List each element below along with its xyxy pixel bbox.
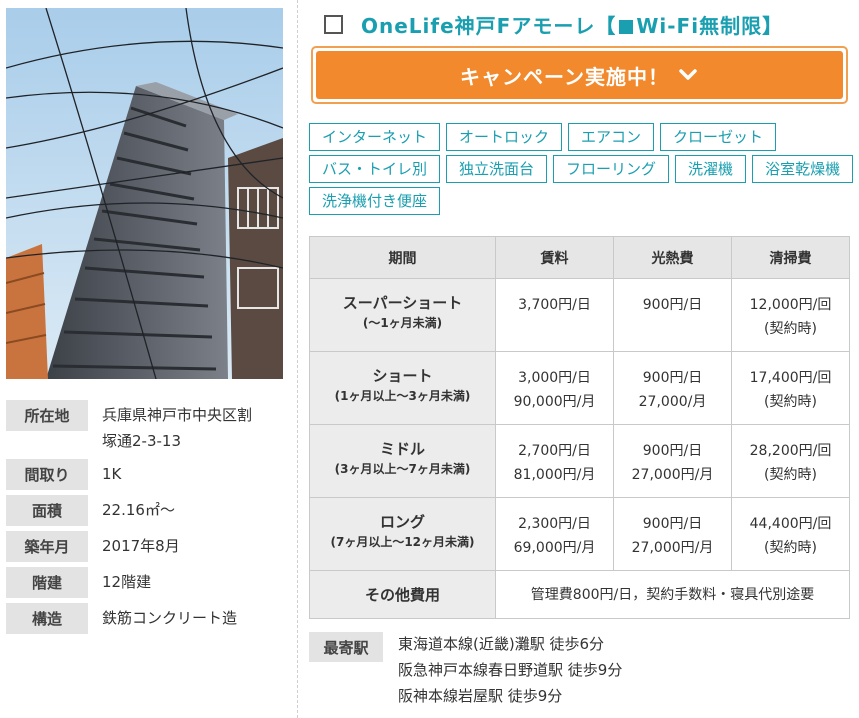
period-cell: ショート (1ヶ月以上～3ヶ月未満)	[309, 351, 496, 425]
utility-cell: 900円/日	[613, 278, 732, 352]
table-row: ショート (1ヶ月以上～3ヶ月未満) 3,000円/日 90,000円/月 90…	[309, 351, 850, 425]
spec-label: 面積	[6, 495, 88, 526]
favorite-checkbox[interactable]	[324, 14, 343, 34]
header-period: 期間	[309, 236, 496, 279]
spec-label: 築年月	[6, 531, 88, 562]
station-item: 阪神本線岩屋駅 徒歩9分	[398, 687, 563, 705]
other-fees-row: その他費用 管理費800円/日，契約手数料・寝具代別途要	[309, 570, 850, 619]
period-name: ロング	[379, 513, 425, 531]
building-photo-icon	[6, 8, 283, 379]
property-spec-list: 所在地 兵庫県神戸市中央区割 塚通2-3-13 間取り 1K 面積 22.16㎡…	[6, 400, 286, 639]
other-fees-label: その他費用	[309, 570, 496, 619]
spec-built: 築年月 2017年8月	[6, 531, 286, 562]
amenity-tag: 浴室乾燥機	[752, 155, 854, 183]
period-range: (3ヶ月以上～7ヶ月未満)	[334, 462, 471, 476]
cleaning-cell: 28,200円/回 (契約時)	[731, 424, 850, 498]
other-fees-value: 管理費800円/日，契約手数料・寝具代別途要	[495, 570, 850, 619]
other-fees-label-text: その他費用	[364, 585, 440, 604]
amenity-tag: 独立洗面台	[446, 155, 548, 183]
amenity-tag: バス・トイレ別	[309, 155, 441, 183]
spec-value: 1K	[102, 465, 122, 483]
spec-value: 鉄筋コンクリート造	[102, 609, 238, 627]
header-cleaning: 清掃費	[731, 236, 850, 279]
title-suffix: Wi-Fi無制限】	[636, 13, 784, 38]
campaign-label: キャンペーン実施中！	[460, 64, 669, 89]
period-range: (1ヶ月以上～3ヶ月未満)	[334, 389, 471, 403]
price-table: 期間 賃料 光熱費 清掃費 スーパーショート (～1ヶ月未満) 3,700円/日…	[309, 236, 850, 619]
spec-area: 面積 22.16㎡～	[6, 495, 286, 526]
table-row: スーパーショート (～1ヶ月未満) 3,700円/日 900円/日 12,000…	[309, 278, 850, 352]
period-name: ミドル	[379, 440, 425, 458]
cleaning-cell: 12,000円/回 (契約時)	[731, 278, 850, 352]
spec-layout: 間取り 1K	[6, 459, 286, 490]
period-cell: スーパーショート (～1ヶ月未満)	[309, 278, 496, 352]
amenity-tag: オートロック	[446, 123, 563, 151]
spec-label: 構造	[6, 603, 88, 634]
property-photo[interactable]	[6, 8, 283, 379]
table-row: ロング (7ヶ月以上～12ヶ月未満) 2,300円/日 69,000円/月 90…	[309, 497, 850, 571]
amenity-tag: クローゼット	[660, 123, 777, 151]
header-rent: 賃料	[495, 236, 614, 279]
station-list: 東海道本線(近畿)灘駅 徒歩6分 阪急神戸本線春日野道駅 徒歩9分 阪神本線岩屋…	[383, 631, 622, 709]
rent-cell: 2,300円/日 69,000円/月	[495, 497, 614, 571]
square-icon	[619, 19, 634, 34]
property-title-row: OneLife神戸Fアモーレ【 Wi-Fi無制限】	[324, 8, 783, 40]
table-row: ミドル (3ヶ月以上～7ヶ月未満) 2,700円/日 81,000円/月 900…	[309, 424, 850, 498]
utility-cell: 900円/日 27,000/月	[613, 351, 732, 425]
rent-cell: 2,700円/日 81,000円/月	[495, 424, 614, 498]
period-name: スーパーショート	[342, 294, 463, 312]
period-range: (～1ヶ月未満)	[362, 316, 443, 330]
station-item: 阪急神戸本線春日野道駅 徒歩9分	[398, 661, 623, 679]
column-divider	[297, 0, 298, 718]
spec-structure: 構造 鉄筋コンクリート造	[6, 603, 286, 634]
campaign-button-inner: キャンペーン実施中！	[316, 51, 843, 99]
utility-cell: 900円/日 27,000円/月	[613, 497, 732, 571]
period-range: (7ヶ月以上～12ヶ月未満)	[330, 535, 475, 549]
amenity-tag: 洗濯機	[675, 155, 747, 183]
cleaning-cell: 44,400円/回 (契約時)	[731, 497, 850, 571]
title-prefix: OneLife神戸Fアモーレ【	[361, 13, 617, 38]
amenity-tags: インターネット オートロック エアコン クローゼット バス・トイレ別 独立洗面台…	[309, 123, 854, 215]
amenity-tag: インターネット	[309, 123, 441, 151]
station-item: 東海道本線(近畿)灘駅 徒歩6分	[398, 635, 605, 653]
period-cell: ロング (7ヶ月以上～12ヶ月未満)	[309, 497, 496, 571]
period-cell: ミドル (3ヶ月以上～7ヶ月未満)	[309, 424, 496, 498]
nearest-station: 最寄駅 東海道本線(近畿)灘駅 徒歩6分 阪急神戸本線春日野道駅 徒歩9分 阪神…	[309, 632, 622, 709]
period-name: ショート	[372, 367, 433, 385]
spec-label: 所在地	[6, 400, 88, 431]
spec-floors: 階建 12階建	[6, 567, 286, 598]
chevron-down-icon	[679, 69, 697, 80]
spec-value: 2017年8月	[102, 537, 180, 555]
amenity-tag: エアコン	[568, 123, 655, 151]
spec-address: 所在地 兵庫県神戸市中央区割 塚通2-3-13	[6, 400, 286, 454]
amenity-tag: 洗浄機付き便座	[309, 187, 441, 215]
spec-label: 間取り	[6, 459, 88, 490]
station-label: 最寄駅	[309, 632, 383, 662]
rent-cell: 3,700円/日	[495, 278, 614, 352]
spec-value: 12階建	[102, 573, 152, 591]
cleaning-cell: 17,400円/回 (契約時)	[731, 351, 850, 425]
price-table-header: 期間 賃料 光熱費 清掃費	[309, 236, 850, 279]
property-title[interactable]: OneLife神戸Fアモーレ【 Wi-Fi無制限】	[361, 10, 783, 39]
campaign-button[interactable]: キャンペーン実施中！	[311, 46, 848, 104]
rent-cell: 3,000円/日 90,000円/月	[495, 351, 614, 425]
utility-cell: 900円/日 27,000円/月	[613, 424, 732, 498]
header-utility: 光熱費	[613, 236, 732, 279]
spec-value: 兵庫県神戸市中央区割 塚通2-3-13	[102, 406, 253, 450]
spec-label: 階建	[6, 567, 88, 598]
spec-value: 22.16㎡～	[102, 501, 175, 519]
amenity-tag: フローリング	[553, 155, 670, 183]
